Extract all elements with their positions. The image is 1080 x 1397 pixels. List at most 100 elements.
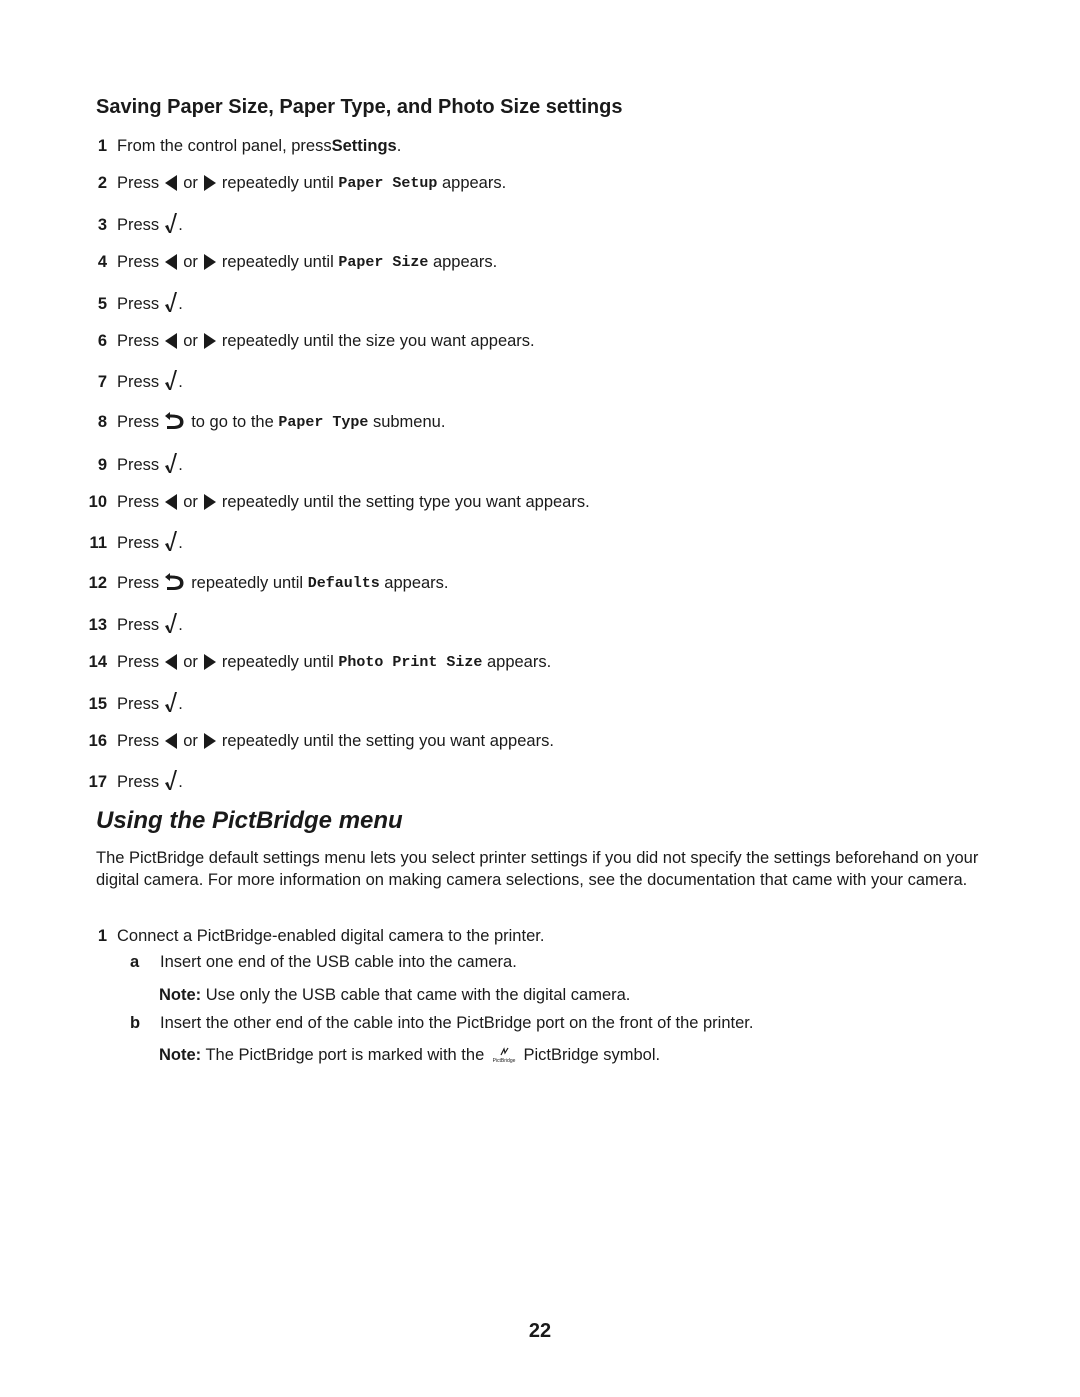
note-label: Note: — [159, 1046, 202, 1064]
pictbridge-icon: PictBridge — [492, 1046, 516, 1069]
step-text-mid: to go to the — [191, 412, 279, 431]
step-text-post: . — [396, 136, 402, 155]
step-text-or: or — [183, 731, 198, 750]
right-arrow-icon — [203, 654, 216, 670]
step-text-pre: Press — [117, 412, 160, 431]
step-6: 6 Press or repeatedly until the size you wa… — [0, 329, 900, 353]
note-b: Note: The PictBridge port is marked with… — [159, 1046, 660, 1069]
step-11: 11 Press. — [0, 530, 900, 557]
step-text-mid: repeatedly until — [191, 573, 308, 592]
step-number: 7 — [97, 372, 107, 391]
substep-a: a Insert one end of the USB cable into t… — [130, 953, 517, 972]
checkmark-icon — [164, 530, 178, 557]
menu-item-code: Photo Print Size — [338, 653, 483, 671]
step-text-or: or — [183, 173, 198, 192]
svg-text:PictBridge: PictBridge — [492, 1058, 515, 1064]
step-16: 16 Press or repeatedly until the setting yo… — [0, 729, 900, 753]
back-icon — [164, 409, 186, 436]
step-text-pre: Press — [117, 731, 160, 750]
step-number: 1 — [97, 136, 107, 155]
note-text: The PictBridge port is marked with the — [201, 1046, 485, 1064]
step-8: 8 Press to go to the Paper Type submenu. — [0, 410, 900, 434]
step-text-post: . — [178, 772, 183, 791]
step-5: 5 Press. — [0, 291, 900, 318]
step-text-pre: From the control panel, press — [117, 136, 332, 155]
step-number: 10 — [88, 492, 107, 511]
step-number: 13 — [88, 615, 107, 634]
step-number: 3 — [97, 215, 107, 234]
step-text-pre: Press — [117, 372, 160, 391]
checkmark-icon — [164, 291, 178, 318]
left-arrow-icon — [165, 175, 178, 191]
substep-letter: b — [130, 1014, 141, 1032]
step-text-pre: Press — [117, 533, 160, 552]
note-label: Note: — [159, 986, 202, 1004]
substep-b: b Insert the other end of the cable into… — [130, 1014, 753, 1033]
step-text-pre: Press — [117, 173, 160, 192]
step-number: 17 — [88, 772, 107, 791]
step-text-mid: repeatedly until the size you want appea… — [221, 331, 535, 350]
step-2: 2 Press or repeatedly until Paper Setup app… — [0, 171, 900, 195]
step-number: 8 — [97, 412, 107, 431]
step-text-pre: Press — [117, 772, 160, 791]
checkmark-icon — [164, 212, 178, 239]
step-text-mid: repeatedly until the setting type you wa… — [221, 492, 590, 511]
right-arrow-icon — [203, 254, 216, 270]
left-arrow-icon — [165, 654, 178, 670]
step-15: 15 Press. — [0, 691, 900, 718]
menu-item-code: Paper Size — [338, 253, 429, 271]
step-text-post: appears. — [482, 652, 552, 671]
step-text: Connect a PictBridge-enabled digital cam… — [117, 926, 545, 945]
right-arrow-icon — [203, 733, 216, 749]
step-text-or: or — [183, 492, 198, 511]
substep-letter: a — [130, 953, 140, 971]
step-17: 17 Press. — [0, 769, 900, 796]
checkmark-icon — [164, 769, 178, 796]
step-text-pre: Press — [117, 573, 160, 592]
step-text-mid: repeatedly until the setting you want ap… — [221, 731, 554, 750]
page-number: 22 — [528, 1320, 552, 1342]
step-number: 12 — [88, 573, 107, 592]
step-text-post: submenu. — [368, 412, 446, 431]
step-text-pre: Press — [117, 215, 160, 234]
substep-text: Insert one end of the USB cable into the… — [160, 953, 517, 971]
step-text-post: appears. — [428, 252, 498, 271]
step-9: 9 Press. — [0, 452, 900, 479]
step-13: 13 Press. — [0, 612, 900, 639]
left-arrow-icon — [165, 733, 178, 749]
step-text-or: or — [183, 331, 198, 350]
section-heading: Saving Paper Size, Paper Type, and Photo… — [96, 96, 623, 118]
step-text-post: . — [178, 455, 183, 474]
right-arrow-icon — [203, 333, 216, 349]
menu-item-code: Defaults — [307, 574, 380, 592]
checkmark-icon — [164, 612, 178, 639]
step-text-post: . — [178, 533, 183, 552]
checkmark-icon — [164, 452, 178, 479]
pictbridge-heading: Using the PictBridge menu — [96, 807, 403, 834]
checkmark-icon — [164, 691, 178, 718]
substep-text: Insert the other end of the cable into t… — [160, 1014, 754, 1032]
step-text-pre: Press — [117, 694, 160, 713]
step-10: 10 Press or repeatedly until the setting ty… — [0, 490, 900, 514]
pictbridge-intro: The PictBridge default settings menu let… — [96, 849, 979, 889]
step-text-pre: Press — [117, 294, 160, 313]
step-text-post: appears. — [437, 173, 507, 192]
step-text-post: . — [178, 294, 183, 313]
step-text-post: . — [178, 215, 183, 234]
step-number: 2 — [97, 173, 107, 192]
step-text-pre: Press — [117, 331, 160, 350]
step-1: 1 From the control panel, press Settings. — [0, 134, 900, 158]
step-number: 16 — [88, 731, 107, 750]
step-number: 11 — [89, 533, 107, 552]
step-number: 15 — [88, 694, 107, 713]
step-text-post: . — [178, 372, 183, 391]
note-text: Use only the USB cable that came with th… — [201, 986, 631, 1004]
step-number: 4 — [97, 252, 107, 271]
menu-item-code: Paper Setup — [338, 174, 438, 192]
pictbridge-step-1: 1 Connect a PictBridge-enabled digital c… — [0, 924, 900, 948]
step-4: 4 Press or repeatedly until Paper Size appe… — [0, 250, 900, 274]
settings-button-label: Settings — [331, 136, 397, 155]
menu-item-code: Paper Type — [278, 413, 369, 431]
step-number: 14 — [88, 652, 107, 671]
right-arrow-icon — [203, 175, 216, 191]
